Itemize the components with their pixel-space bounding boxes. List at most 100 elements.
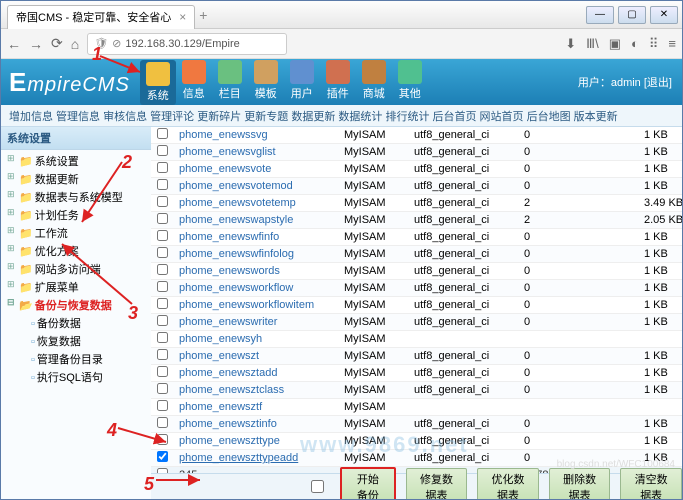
table-row[interactable]: phome_enewswfinfoMyISAMutf8_general_ci01… bbox=[151, 229, 682, 246]
table-row[interactable]: phome_enewsworkflowitemMyISAMutf8_genera… bbox=[151, 297, 682, 314]
row-checkbox[interactable] bbox=[157, 213, 168, 224]
table-row[interactable]: phome_enewsztaddMyISAMutf8_general_ci01 … bbox=[151, 365, 682, 382]
topnav-用户[interactable]: 用户 bbox=[284, 60, 320, 105]
tree-node[interactable]: 📁计划任务 bbox=[5, 206, 151, 224]
table-row[interactable]: phome_enewsyhMyISAM bbox=[151, 331, 682, 348]
table-row[interactable]: phome_enewswriterMyISAMutf8_general_ci01… bbox=[151, 314, 682, 331]
table-name[interactable]: phome_enewswriter bbox=[179, 316, 344, 328]
table-name[interactable]: phome_enewsztinfo bbox=[179, 418, 344, 430]
table-row[interactable]: phome_enewsvglistMyISAMutf8_general_ci01… bbox=[151, 144, 682, 161]
window-maximize-button[interactable]: ▢ bbox=[618, 6, 646, 24]
table-name[interactable]: phome_enewsztf bbox=[179, 401, 344, 413]
tree-leaf[interactable]: ▫执行SQL语句 bbox=[31, 368, 151, 386]
tree-node[interactable]: 📁网站多访问端 bbox=[5, 260, 151, 278]
browser-tab[interactable]: 帝国CMS - 稳定可靠、安全省心 × bbox=[7, 5, 195, 29]
topnav-信息[interactable]: 信息 bbox=[176, 60, 212, 105]
row-checkbox[interactable] bbox=[157, 315, 168, 326]
table-row[interactable]: phome_enewsztclassMyISAMutf8_general_ci0… bbox=[151, 382, 682, 399]
window-close-button[interactable]: ✕ bbox=[650, 6, 678, 24]
row-checkbox[interactable] bbox=[157, 179, 168, 190]
table-name[interactable]: phome_enewsworkflowitem bbox=[179, 299, 344, 311]
repair-button[interactable]: 修复数据表 bbox=[406, 468, 468, 500]
topnav-系统[interactable]: 系统 bbox=[140, 60, 176, 105]
truncate-button[interactable]: 清空数据表 bbox=[620, 468, 682, 500]
row-checkbox[interactable] bbox=[157, 264, 168, 275]
table-name[interactable]: phome_enewssvg bbox=[179, 129, 344, 141]
tree-node[interactable]: 📁数据更新 bbox=[5, 170, 151, 188]
topnav-其他[interactable]: 其他 bbox=[392, 60, 428, 105]
table-row[interactable]: phome_enewsvotemodMyISAMutf8_general_ci0… bbox=[151, 178, 682, 195]
table-name[interactable]: phome_enewsyh bbox=[179, 333, 344, 345]
table-row[interactable]: phome_enewsvotetempMyISAMutf8_general_ci… bbox=[151, 195, 682, 212]
tree-node[interactable]: 📁数据表与系统模型 bbox=[5, 188, 151, 206]
reload-icon[interactable]: ⟳ bbox=[51, 35, 63, 52]
topnav-商城[interactable]: 商城 bbox=[356, 60, 392, 105]
tree-node[interactable]: 📁优化方案 bbox=[5, 242, 151, 260]
home-icon[interactable]: ⌂ bbox=[71, 36, 79, 52]
row-checkbox[interactable] bbox=[157, 128, 168, 139]
window-minimize-button[interactable]: — bbox=[586, 6, 614, 24]
back-icon[interactable]: ← bbox=[7, 36, 21, 52]
select-all-checkbox[interactable] bbox=[311, 480, 324, 493]
table-name[interactable]: phome_enewsvote bbox=[179, 163, 344, 175]
logout-link[interactable]: [退出] bbox=[644, 77, 672, 89]
row-checkbox[interactable] bbox=[157, 145, 168, 156]
drop-button[interactable]: 删除数据表 bbox=[549, 468, 611, 500]
url-field[interactable]: 🛡 ⊘ 192.168.30.129/Empire bbox=[87, 33, 287, 55]
table-row[interactable]: phome_enewswfinfologMyISAMutf8_general_c… bbox=[151, 246, 682, 263]
tree-node-backup[interactable]: 📂备份与恢复数据 bbox=[5, 296, 151, 314]
table-name[interactable]: phome_enewsvotemod bbox=[179, 180, 344, 192]
row-checkbox[interactable] bbox=[157, 383, 168, 394]
table-row[interactable]: phome_enewssvgMyISAMutf8_general_ci01 KB… bbox=[151, 127, 682, 144]
close-tab-icon[interactable]: × bbox=[179, 10, 186, 24]
topnav-插件[interactable]: 插件 bbox=[320, 60, 356, 105]
extensions-icon[interactable]: ⠿ bbox=[649, 36, 659, 52]
row-checkbox[interactable] bbox=[157, 332, 168, 343]
table-name[interactable]: phome_enewszt bbox=[179, 350, 344, 362]
topnav-模板[interactable]: 模板 bbox=[248, 60, 284, 105]
row-checkbox[interactable] bbox=[157, 230, 168, 241]
table-name[interactable]: phome_enewswfinfolog bbox=[179, 248, 344, 260]
table-row[interactable]: phome_enewsztinfoMyISAMutf8_general_ci01… bbox=[151, 416, 682, 433]
table-row[interactable]: phome_enewsvoteMyISAMutf8_general_ci01 K… bbox=[151, 161, 682, 178]
table-row[interactable]: phome_enewsztfMyISAM bbox=[151, 399, 682, 416]
table-name[interactable]: phome_enewsvglist bbox=[179, 146, 344, 158]
tree-node[interactable]: 📁工作流 bbox=[5, 224, 151, 242]
table-name[interactable]: phome_enewsztclass bbox=[179, 384, 344, 396]
forward-icon[interactable]: → bbox=[29, 36, 43, 52]
row-checkbox[interactable] bbox=[157, 366, 168, 377]
row-checkbox[interactable] bbox=[157, 451, 168, 462]
tree-node[interactable]: 📁系统设置 bbox=[5, 152, 151, 170]
topnav-栏目[interactable]: 栏目 bbox=[212, 60, 248, 105]
table-row[interactable]: phome_enewswordsMyISAMutf8_general_ci01 … bbox=[151, 263, 682, 280]
new-tab-button[interactable]: + bbox=[199, 7, 207, 23]
table-name[interactable]: phome_enewsworkflow bbox=[179, 282, 344, 294]
row-checkbox[interactable] bbox=[157, 162, 168, 173]
table-name[interactable]: phome_enewswfinfo bbox=[179, 231, 344, 243]
library-icon[interactable]: Ⅲ\ bbox=[586, 36, 599, 52]
row-checkbox[interactable] bbox=[157, 400, 168, 411]
table-name[interactable]: phome_enewsvotetemp bbox=[179, 197, 344, 209]
start-backup-button[interactable]: 开始备份 bbox=[340, 467, 396, 500]
containers-icon[interactable]: ▣ bbox=[609, 36, 621, 52]
table-name[interactable]: phome_enewswords bbox=[179, 265, 344, 277]
row-checkbox[interactable] bbox=[157, 434, 168, 445]
row-checkbox[interactable] bbox=[157, 417, 168, 428]
shield2-icon[interactable]: ◐ bbox=[631, 36, 639, 52]
table-name[interactable]: phome_enewsztadd bbox=[179, 367, 344, 379]
row-checkbox[interactable] bbox=[157, 349, 168, 360]
row-checkbox[interactable] bbox=[157, 281, 168, 292]
table-row[interactable]: phome_enewswapstyleMyISAMutf8_general_ci… bbox=[151, 212, 682, 229]
row-checkbox[interactable] bbox=[157, 247, 168, 258]
optimize-button[interactable]: 优化数据表 bbox=[477, 468, 539, 500]
table-row[interactable]: phome_enewsworkflowMyISAMutf8_general_ci… bbox=[151, 280, 682, 297]
tree-leaf[interactable]: ▫管理备份目录 bbox=[31, 350, 151, 368]
table-row[interactable]: phome_enewsztMyISAMutf8_general_ci01 KB0… bbox=[151, 348, 682, 365]
row-checkbox[interactable] bbox=[157, 298, 168, 309]
download-icon[interactable]: ⬇ bbox=[565, 36, 576, 52]
table-name[interactable]: phome_enewswapstyle bbox=[179, 214, 344, 226]
row-checkbox[interactable] bbox=[157, 196, 168, 207]
tree-leaf[interactable]: ▫备份数据 bbox=[31, 314, 151, 332]
tree-node[interactable]: 📁扩展菜单 bbox=[5, 278, 151, 296]
tree-leaf[interactable]: ▫恢复数据 bbox=[31, 332, 151, 350]
